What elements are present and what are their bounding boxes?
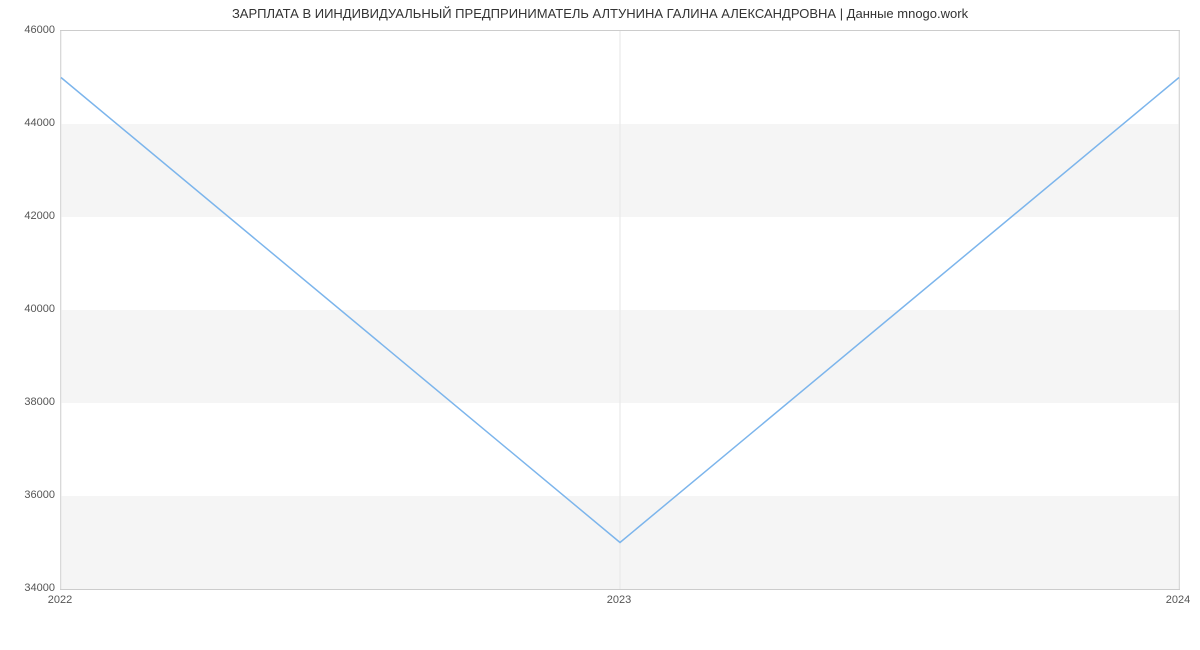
plot-area xyxy=(60,30,1180,590)
plot-svg xyxy=(61,31,1179,589)
x-tick-label: 2023 xyxy=(607,594,631,606)
y-tick-label: 36000 xyxy=(5,489,55,501)
y-tick-label: 42000 xyxy=(5,210,55,222)
y-tick-label: 34000 xyxy=(5,582,55,594)
y-tick-label: 46000 xyxy=(5,24,55,36)
chart-title: ЗАРПЛАТА В ИИНДИВИДУАЛЬНЫЙ ПРЕДПРИНИМАТЕ… xyxy=(0,6,1200,21)
x-tick-label: 2024 xyxy=(1166,594,1190,606)
y-tick-label: 40000 xyxy=(5,303,55,315)
line-chart: ЗАРПЛАТА В ИИНДИВИДУАЛЬНЫЙ ПРЕДПРИНИМАТЕ… xyxy=(0,0,1200,650)
y-tick-label: 44000 xyxy=(5,117,55,129)
y-tick-label: 38000 xyxy=(5,396,55,408)
x-tick-label: 2022 xyxy=(48,594,72,606)
